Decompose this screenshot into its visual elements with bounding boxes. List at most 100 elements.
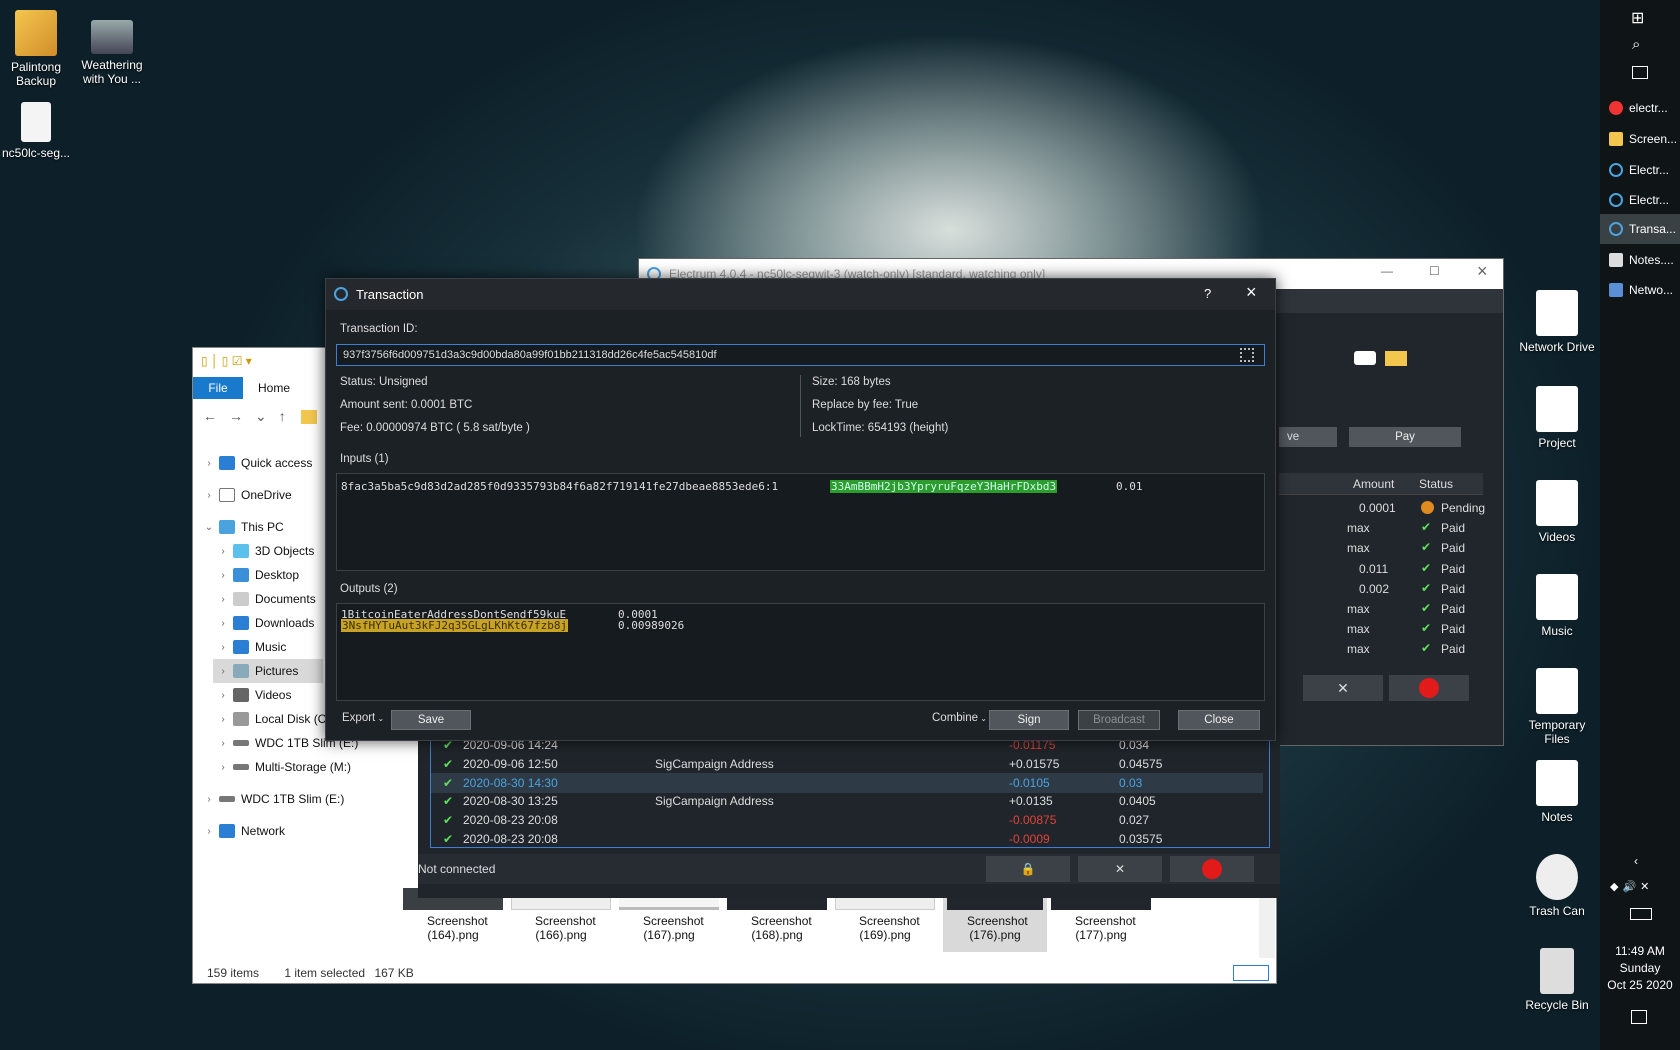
nav-label: Documents — [255, 592, 316, 606]
invoice-row[interactable]: max ✔ Paid — [1279, 600, 1483, 620]
nav-desktop[interactable]: › Desktop — [213, 563, 299, 587]
header-amount[interactable]: Amount — [1353, 477, 1394, 491]
folder-icon[interactable] — [1385, 351, 1407, 366]
save-button[interactable]: Save — [391, 710, 471, 730]
taskbar-app-chrome[interactable]: electr... — [1600, 93, 1680, 123]
chevron-left-icon[interactable]: ‹ — [1634, 854, 1638, 868]
chevron-down-icon: ⌄ — [978, 714, 987, 723]
nav-videos[interactable]: › Videos — [213, 683, 291, 707]
help-icon[interactable]: ? — [1204, 286, 1211, 301]
history-window[interactable]: ✔ 2020-09-06 14:24 -0.01175 0.034 ✔ 2020-09-0… — [418, 738, 1280, 898]
invoice-row[interactable]: 0.0001 Pending — [1279, 499, 1485, 519]
nav-music[interactable]: › Music — [213, 635, 286, 659]
invoice-status: Paid — [1441, 602, 1466, 616]
nav-onedrive[interactable]: › OneDrive — [199, 483, 292, 507]
electrum-icon — [1609, 163, 1623, 177]
desktop-icon-trash-can[interactable]: Trash Can — [1519, 854, 1595, 918]
close-button[interactable]: Close — [1178, 710, 1260, 730]
desktop-icon-notes[interactable]: Notes — [1519, 760, 1595, 824]
desktop-icon-music[interactable]: Music — [1519, 574, 1595, 638]
taskbar-app-electrum-2[interactable]: Electr... — [1600, 185, 1680, 215]
taskbar-app-transaction[interactable]: Transa... — [1600, 214, 1680, 244]
history-row[interactable]: ✔ 2020-08-30 13:25 SigCampaign Address +0.0… — [431, 791, 1263, 811]
desktop-icon-palintong-backup[interactable]: Palintong Backup — [0, 10, 74, 88]
taskbar-app-screenshots[interactable]: Screen... — [1600, 124, 1680, 154]
desktop-icon-network-drive[interactable]: Network Drive — [1519, 290, 1595, 354]
nav-3d-objects[interactable]: › 3D Objects — [213, 539, 314, 563]
qr-code-icon[interactable] — [1240, 348, 1254, 362]
history-row[interactable]: ✔ 2020-08-30 14:30 -0.0105 0.03 — [431, 772, 1263, 793]
nav-downloads[interactable]: › Downloads — [213, 611, 314, 635]
broadcast-button[interactable]: Broadcast — [1078, 710, 1160, 730]
tab-file[interactable]: File — [193, 377, 243, 399]
scrollbar[interactable] — [1259, 888, 1275, 958]
maximize-icon[interactable]: ☐ — [1429, 264, 1440, 278]
sign-button[interactable]: Sign — [989, 710, 1069, 730]
nav-wdc-2[interactable]: › WDC 1TB Slim (E:) — [199, 787, 344, 811]
clock[interactable]: 11:49 AM Sunday Oct 25 2020 — [1600, 943, 1680, 994]
invoice-row[interactable]: 0.002 ✔ Paid — [1279, 580, 1483, 600]
close-icon[interactable]: × — [1477, 261, 1488, 282]
search-icon[interactable]: ⌕ — [1632, 36, 1640, 53]
desktop-icon-weathering[interactable]: Weathering with You ... — [74, 20, 150, 86]
history-row[interactable]: ✔ 2020-08-23 20:08 -0.0009 0.03575 — [431, 829, 1263, 847]
invoice-amount: max — [1347, 622, 1370, 637]
taskbar-app-network[interactable]: Netwo... — [1600, 275, 1680, 305]
export-menu[interactable]: Export ⌄ — [342, 712, 384, 724]
nav-label: OneDrive — [241, 488, 292, 502]
combine-menu[interactable]: Combine ⌄ — [932, 712, 987, 724]
invoice-row[interactable]: max ✔ Paid — [1279, 640, 1483, 660]
tab-home[interactable]: Home — [249, 377, 299, 399]
invoice-row[interactable]: max ✔ Paid — [1279, 620, 1483, 640]
tools-icon[interactable]: ✕ — [1078, 856, 1162, 882]
nav-documents[interactable]: › Documents — [213, 587, 316, 611]
desktop-icon-project[interactable]: Project — [1519, 386, 1595, 450]
tools-icon[interactable]: ✕ — [1303, 675, 1383, 701]
windows-start-icon[interactable]: ⊞ — [1631, 8, 1644, 28]
desktop-icon-nc50lc[interactable]: nc50lc-seg... — [0, 102, 74, 160]
nav-this-pc[interactable]: ⌄ This PC — [199, 515, 284, 539]
camera-icon[interactable] — [1354, 351, 1376, 365]
nav-quick-access[interactable]: › Quick access — [199, 451, 312, 475]
taskbar-app-label: Transa... — [1629, 222, 1676, 236]
history-row[interactable]: ✔ 2020-08-23 20:08 -0.00875 0.027 — [431, 810, 1263, 830]
desktop-icon-recycle-bin[interactable]: Recycle Bin — [1519, 948, 1595, 1012]
nav-multi-storage[interactable]: › Multi-Storage (M:) — [213, 755, 351, 779]
nav-label: Pictures — [255, 664, 299, 678]
locktime-label: LockTime: 654193 (height) — [812, 422, 949, 434]
desktop-icon — [233, 568, 249, 582]
task-view-icon[interactable] — [1632, 66, 1648, 79]
taskbar-app-notes[interactable]: Notes.... — [1600, 245, 1680, 275]
bottom-toolbar: ✕ — [1279, 675, 1485, 701]
minimize-icon[interactable]: — — [1381, 264, 1393, 278]
header-status[interactable]: Status — [1419, 477, 1453, 491]
pay-button[interactable]: Pay — [1349, 427, 1461, 447]
nav-pictures[interactable]: › Pictures — [213, 659, 323, 683]
history-date: 2020-08-23 20:08 — [463, 832, 558, 846]
invoice-row[interactable]: max ✔ Paid — [1279, 519, 1483, 539]
close-icon[interactable]: × — [1246, 282, 1257, 303]
txid-field[interactable]: 937f3756f6d009751d3a3c9d00bda80a99f01bb2… — [336, 344, 1265, 366]
nav-local-disk[interactable]: › Local Disk (C:) — [213, 707, 334, 731]
nav-arrows[interactable]: ←→⌄↑ — [203, 408, 298, 425]
nav-network[interactable]: › Network — [199, 819, 285, 843]
transaction-dialog[interactable]: Transaction ? × Transaction ID: 937f3756… — [325, 278, 1276, 741]
electrum-icon — [1609, 222, 1623, 236]
invoice-row[interactable]: max ✔ Paid — [1279, 539, 1483, 559]
history-balance: 0.04575 — [1119, 756, 1163, 771]
history-row[interactable]: ✔ 2020-09-06 12:50 SigCampaign Address +0.0… — [431, 754, 1263, 774]
desktop-icon-videos[interactable]: Videos — [1519, 480, 1595, 544]
save-button-partial[interactable]: ve — [1279, 427, 1337, 447]
network-status-icon[interactable] — [1389, 675, 1469, 701]
invoice-row[interactable]: 0.011 ✔ Paid — [1279, 560, 1483, 580]
view-toggle-icons[interactable] — [1233, 965, 1269, 981]
inputs-box[interactable]: 8fac3a5ba5c9d83d2ad285f0d9335793b84f6a82… — [336, 473, 1265, 571]
outputs-box[interactable]: 1BitcoinEaterAddressDontSendf59kuE 0.000… — [336, 603, 1265, 701]
tray-icons[interactable]: ◆🔊✕ — [1610, 880, 1653, 893]
keyboard-icon[interactable] — [1630, 908, 1652, 920]
notification-icon[interactable] — [1631, 1010, 1647, 1024]
network-status-icon[interactable] — [1170, 856, 1254, 882]
desktop-icon-temporary-files[interactable]: Temporary Files — [1519, 668, 1595, 746]
taskbar-app-electrum-1[interactable]: Electr... — [1600, 155, 1680, 185]
lock-icon[interactable]: 🔒 — [986, 856, 1070, 882]
